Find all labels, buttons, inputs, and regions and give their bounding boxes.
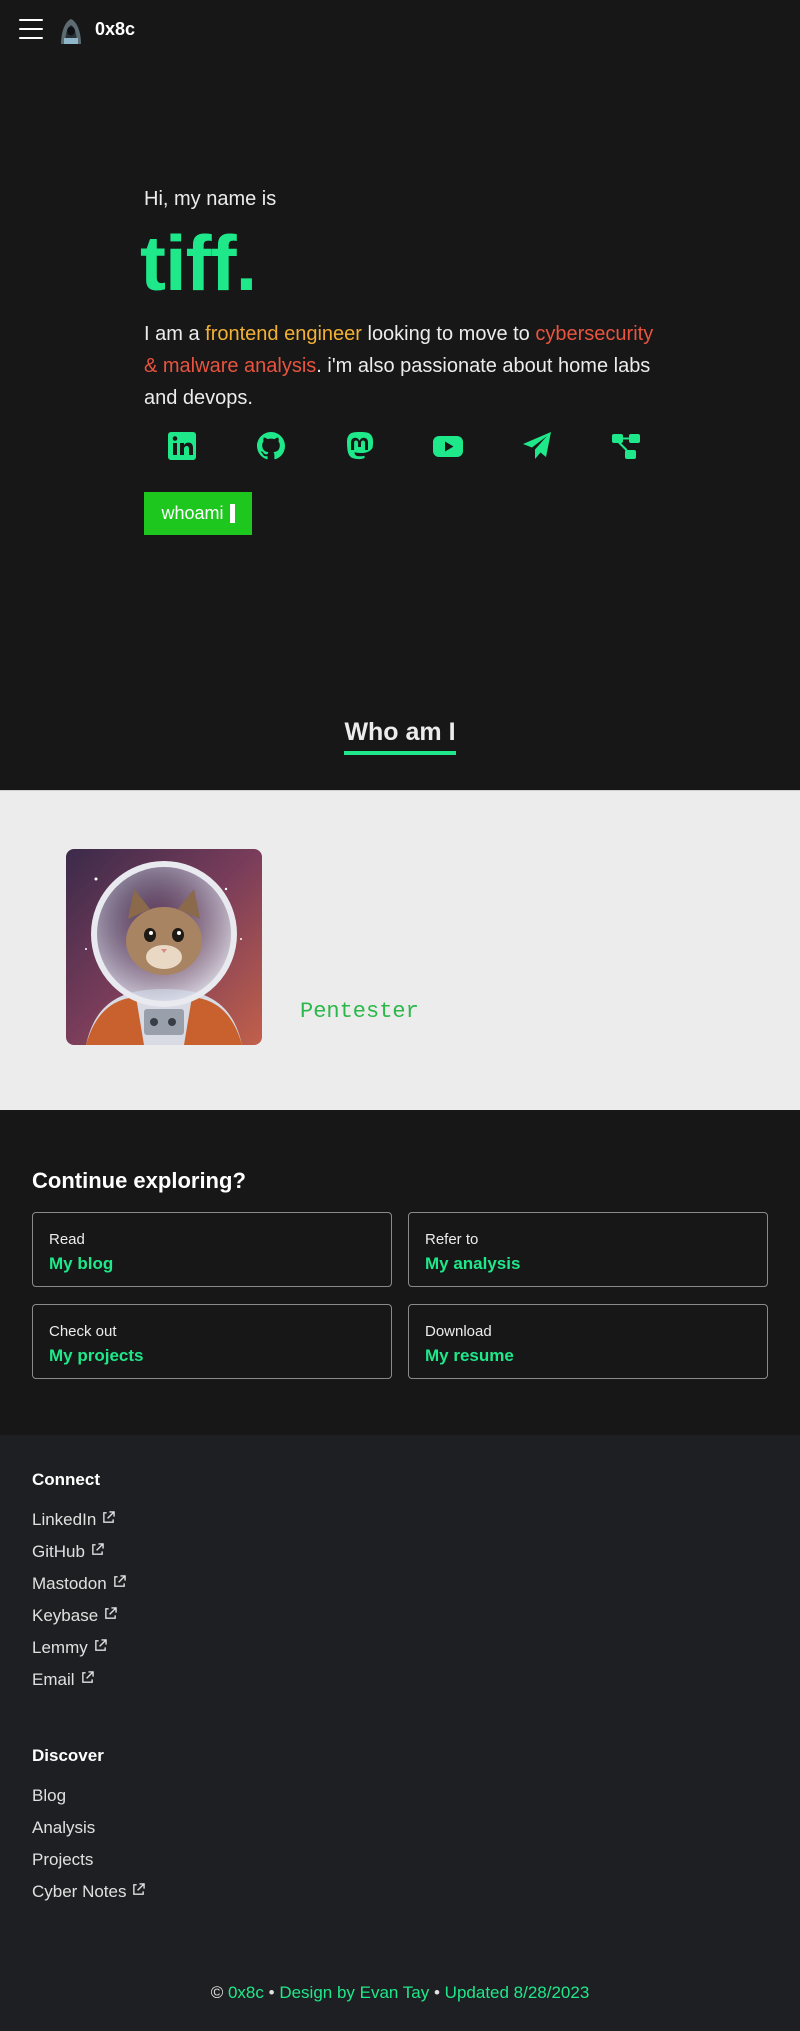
social-links bbox=[164, 428, 644, 464]
footer-link-label: Blog bbox=[32, 1786, 67, 1805]
brand-name[interactable]: 0x8c bbox=[95, 19, 135, 40]
cursor-block bbox=[229, 504, 235, 523]
copyright-symbol: © bbox=[210, 1983, 224, 2002]
footer-link-label: Analysis bbox=[32, 1818, 96, 1837]
hacker-avatar-icon[interactable] bbox=[55, 14, 87, 46]
card-kicker: Refer to bbox=[425, 1231, 479, 1248]
external-link-icon bbox=[92, 1542, 104, 1555]
card-title: My resume bbox=[425, 1346, 514, 1365]
github-icon[interactable] bbox=[253, 428, 289, 464]
updated-link[interactable]: Updated 8/28/2023 bbox=[445, 1983, 590, 2002]
external-link-icon bbox=[94, 1638, 107, 1651]
footer: Connect LinkedIn GitHub Mastodon Keybase… bbox=[0, 1435, 800, 2031]
copyright-line: © 0x8c • Design by Evan Tay • Updated 8/… bbox=[0, 1983, 800, 2003]
whoami-button[interactable]: whoami bbox=[144, 492, 252, 535]
intro-role: frontend engineer bbox=[205, 323, 362, 345]
footer-link-lemmy[interactable]: Lemmy bbox=[32, 1638, 107, 1658]
connect-heading: Connect bbox=[32, 1470, 100, 1489]
footer-link-blog[interactable]: Blog bbox=[32, 1786, 66, 1806]
explore-heading: Continue exploring? bbox=[32, 1168, 246, 1193]
intro-mid: looking to move to bbox=[361, 323, 536, 345]
card-title: My projects bbox=[49, 1346, 144, 1365]
whoami-label: whoami bbox=[161, 503, 224, 523]
footer-link-label: Mastodon bbox=[32, 1574, 107, 1593]
footer-link-linkedin[interactable]: LinkedIn bbox=[32, 1510, 116, 1530]
external-link-icon bbox=[105, 1606, 117, 1619]
linkedin-icon[interactable] bbox=[164, 428, 200, 464]
footer-link-label: Projects bbox=[32, 1850, 94, 1869]
keybase-icon[interactable] bbox=[608, 428, 644, 464]
card-analysis[interactable]: Refer to My analysis bbox=[408, 1212, 768, 1287]
design-credit-link[interactable]: Design by Evan Tay bbox=[279, 1983, 429, 2002]
intro-prefix: I am a bbox=[144, 323, 206, 345]
discover-heading: Discover bbox=[32, 1746, 104, 1765]
footer-link-github[interactable]: GitHub bbox=[32, 1542, 104, 1562]
footer-link-analysis[interactable]: Analysis bbox=[32, 1818, 95, 1838]
footer-link-label: Cyber Notes bbox=[32, 1882, 127, 1901]
card-resume[interactable]: Download My resume bbox=[408, 1304, 768, 1379]
separator: • bbox=[268, 1983, 275, 2002]
astronaut-cat-image bbox=[66, 849, 262, 1045]
footer-link-email[interactable]: Email bbox=[32, 1670, 94, 1690]
who-am-i-title: Who am I bbox=[344, 718, 456, 755]
external-link-icon bbox=[113, 1574, 126, 1587]
who-am-i-heading: Who am I bbox=[0, 718, 800, 755]
separator: • bbox=[433, 1983, 440, 2002]
footer-link-label: Keybase bbox=[32, 1606, 99, 1625]
card-blog[interactable]: Read My blog bbox=[32, 1212, 392, 1287]
role-text: Pentester bbox=[300, 999, 419, 1024]
footer-link-label: GitHub bbox=[32, 1542, 85, 1561]
external-link-icon bbox=[103, 1510, 116, 1523]
footer-link-cyber-notes[interactable]: Cyber Notes bbox=[32, 1882, 146, 1902]
about-section: Pentester bbox=[0, 790, 800, 1110]
card-title: My analysis bbox=[425, 1254, 521, 1273]
youtube-icon[interactable] bbox=[430, 428, 466, 464]
telegram-icon[interactable] bbox=[519, 428, 555, 464]
mastodon-icon[interactable] bbox=[342, 428, 378, 464]
footer-link-projects[interactable]: Projects bbox=[32, 1850, 93, 1870]
footer-link-label: LinkedIn bbox=[32, 1510, 97, 1529]
footer-link-label: Lemmy bbox=[32, 1638, 88, 1657]
card-title: My blog bbox=[49, 1254, 114, 1273]
greeting-text: Hi, my name is bbox=[144, 188, 277, 210]
copyright-brand-link[interactable]: 0x8c bbox=[228, 1983, 264, 2002]
navbar: 0x8c bbox=[0, 0, 800, 60]
card-kicker: Read bbox=[49, 1231, 85, 1248]
card-projects[interactable]: Check out My projects bbox=[32, 1304, 392, 1379]
menu-icon[interactable] bbox=[19, 19, 43, 39]
external-link-icon bbox=[81, 1670, 94, 1683]
hero-name: tiff. bbox=[140, 219, 257, 307]
footer-link-mastodon[interactable]: Mastodon bbox=[32, 1574, 126, 1594]
intro-paragraph: I am a frontend engineer looking to move… bbox=[144, 318, 664, 414]
card-kicker: Check out bbox=[49, 1323, 117, 1340]
footer-link-keybase[interactable]: Keybase bbox=[32, 1606, 117, 1626]
external-link-icon bbox=[133, 1882, 146, 1895]
footer-link-label: Email bbox=[32, 1670, 75, 1689]
card-kicker: Download bbox=[425, 1323, 492, 1340]
